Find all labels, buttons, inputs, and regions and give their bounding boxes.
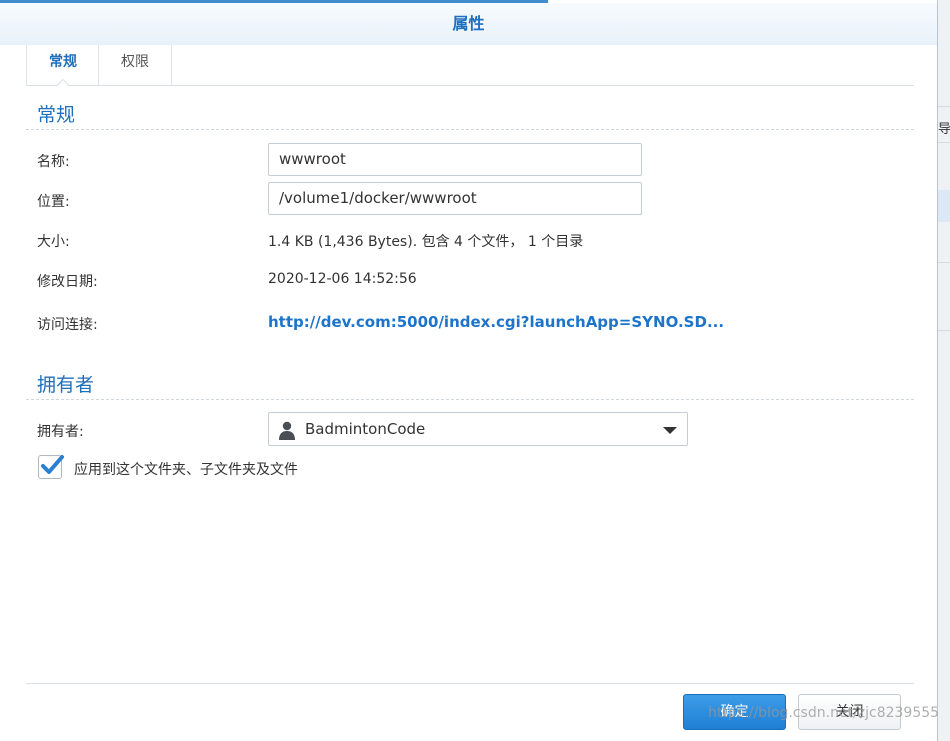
footer-divider: [26, 683, 914, 684]
name-field[interactable]: wwwroot: [268, 143, 642, 176]
tab-general[interactable]: 常规: [26, 45, 99, 86]
owner-label: 拥有者:: [37, 424, 84, 440]
apply-recursive-checkbox[interactable]: [38, 455, 64, 479]
background-selected-row: [938, 190, 950, 222]
watermark: https://blog.csdn.net/zjc8239555: [708, 705, 940, 721]
background-divider: [938, 106, 950, 107]
background-divider: [938, 330, 950, 331]
name-label: 名称:: [37, 154, 70, 170]
background-text: 导出: [938, 122, 950, 137]
background-window: 导出: [938, 0, 950, 741]
location-label: 位置:: [37, 194, 70, 210]
modified-value: 2020-12-06 14:52:56: [268, 271, 417, 287]
checkmark-icon: [41, 455, 64, 474]
background-divider: [938, 262, 950, 263]
dialog-title: 属性: [0, 3, 937, 45]
access-link[interactable]: http://dev.com:5000/index.cgi?launchApp=…: [268, 313, 724, 331]
background-divider: [938, 142, 950, 143]
section-title-general: 常规: [26, 100, 914, 130]
modified-label: 修改日期:: [37, 274, 98, 290]
tab-bar: 常规 权限: [26, 45, 914, 86]
size-value: 1.4 KB (1,436 Bytes). 包含 4 个文件， 1 个目录: [268, 234, 584, 250]
owner-select-value: BadmintonCode: [305, 420, 426, 438]
user-icon: [279, 421, 295, 440]
owner-select[interactable]: BadmintonCode: [268, 412, 688, 446]
properties-dialog: 属性 常规 权限 常规 名称: wwwroot 位置: /volume1/doc…: [0, 0, 938, 741]
section-title-owner: 拥有者: [26, 370, 914, 400]
link-label: 访问连接:: [37, 317, 98, 333]
size-label: 大小:: [37, 234, 70, 250]
tab-permissions[interactable]: 权限: [98, 45, 172, 85]
location-field[interactable]: /volume1/docker/wwwroot: [268, 182, 642, 215]
chevron-down-icon[interactable]: [663, 427, 677, 434]
apply-recursive-label[interactable]: 应用到这个文件夹、子文件夹及文件: [74, 459, 298, 479]
